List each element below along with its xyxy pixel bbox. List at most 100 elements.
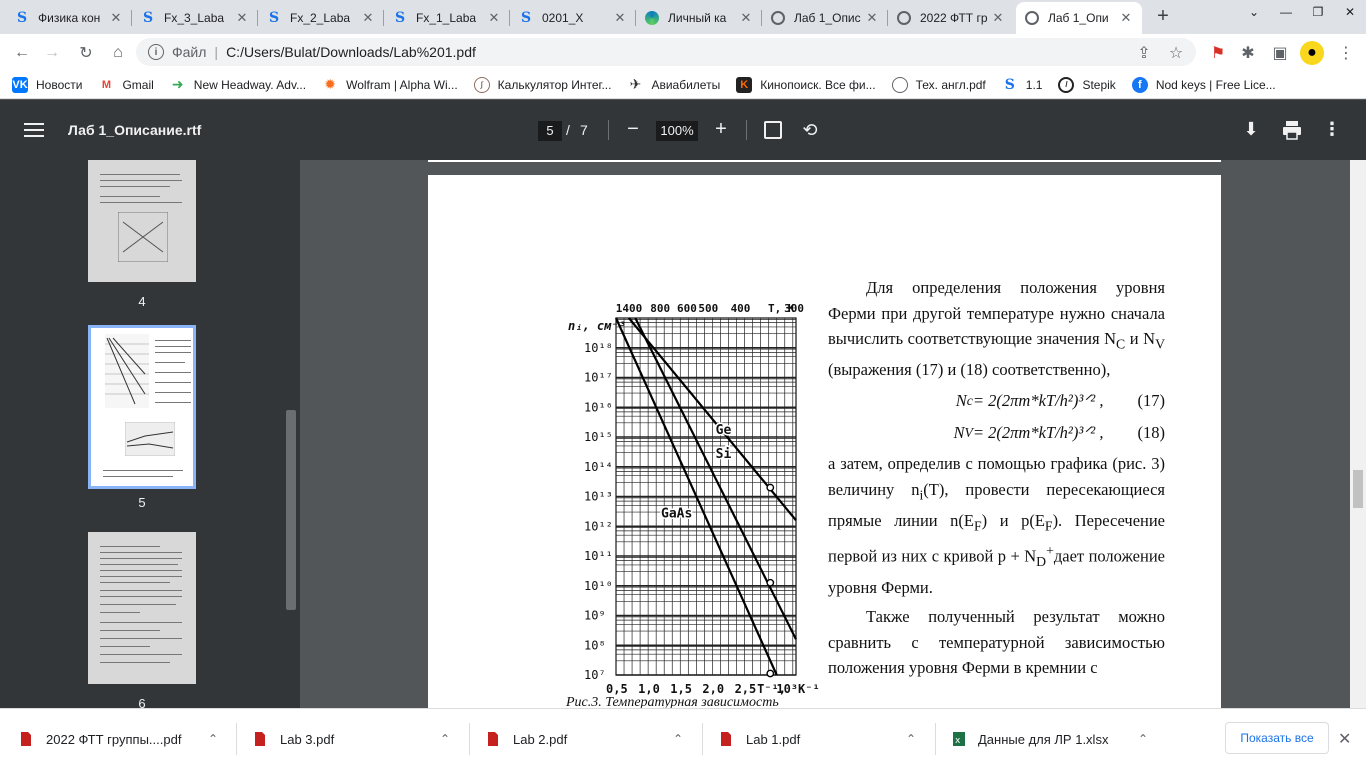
tab[interactable]: Личный ка ✕ (636, 2, 762, 34)
top-tick-label: 500 (698, 302, 718, 315)
bookmark-item[interactable]: ✹ Wolfram | Alpha Wi... (322, 76, 457, 93)
close-window-icon[interactable]: ✕ (1334, 0, 1366, 24)
page-number-input[interactable]: 5 (538, 121, 562, 141)
tab-search-icon[interactable]: ⌄ (1238, 0, 1270, 24)
chrome-menu-icon[interactable]: ⋮ (1334, 41, 1358, 65)
chevron-up-icon[interactable]: ⌃ (440, 732, 450, 746)
download-icon[interactable]: ⬇ (1241, 119, 1261, 141)
zoom-input[interactable]: 100% (656, 121, 698, 141)
y-tick-label: 10¹⁷ (584, 371, 613, 385)
bookmark-item[interactable]: f Nod keys | Free Lice... (1131, 76, 1276, 93)
tab[interactable]: S Fx_2_Laba ✕ (258, 2, 384, 34)
download-item[interactable]: 2022 ФТТ группы....pdf ⌃ (20, 723, 230, 755)
download-item[interactable]: Lab 2.pdf ⌃ (487, 723, 697, 755)
top-axis-label: T, K (768, 302, 795, 315)
chevron-up-icon[interactable]: ⌃ (1138, 732, 1148, 746)
bookmark-item[interactable]: ✈ Авиабилеты (627, 76, 721, 93)
chevron-up-icon[interactable]: ⌃ (906, 732, 916, 746)
new-tab-button[interactable]: + (1152, 6, 1174, 28)
formula-17: Nc = 2(2πm*kT/h²)³ᐟ² , (17) (955, 391, 1165, 411)
series-label: Ge (716, 423, 732, 438)
bookmark-label: Stepik (1082, 77, 1116, 92)
pdf-file-icon (254, 731, 266, 747)
viewer-scrollbar-thumb[interactable] (1353, 470, 1363, 508)
bookmark-label: Авиабилеты (651, 77, 721, 92)
rotate-icon[interactable]: ⟲ (800, 121, 820, 141)
home-icon[interactable]: ⌂ (106, 41, 130, 65)
browser-toolbar: ← → ↻ ⌂ i Файл | C:/Users/Bulat/Download… (0, 34, 1366, 71)
close-icon[interactable]: ✕ (990, 10, 1006, 26)
page-thumbnail[interactable] (88, 532, 196, 684)
print-icon[interactable] (1281, 119, 1303, 141)
show-all-button[interactable]: Показать все (1225, 722, 1329, 754)
tab[interactable]: S 0201_X ✕ (510, 2, 636, 34)
more-options-icon[interactable]: ⋮ (1322, 119, 1342, 141)
bookmark-item[interactable]: S 1.1 (1002, 77, 1043, 93)
bookmark-item[interactable]: / Stepik (1058, 76, 1116, 93)
bookmark-item[interactable]: ∫ Калькулятор Интег... (473, 76, 612, 93)
bookmark-label: Калькулятор Интег... (497, 77, 612, 92)
minimize-icon[interactable]: — (1270, 0, 1302, 24)
address-bar[interactable]: i Файл | C:/Users/Bulat/Downloads/Lab%20… (136, 38, 1196, 66)
side-panel-icon[interactable]: ▣ (1268, 41, 1292, 65)
profile-avatar[interactable]: ● (1300, 41, 1324, 65)
url-scheme: Файл (172, 44, 207, 60)
close-icon[interactable]: ✕ (486, 10, 502, 26)
close-icon[interactable]: ✕ (1338, 729, 1351, 749)
pdf-viewer: 10⁷ 10⁸ 10⁹ 10¹⁰ 10¹¹ 10¹² 10¹³ 10¹⁴ 10¹⁵ 10¹⁶ 10¹… (300, 160, 1350, 708)
close-icon[interactable]: ✕ (864, 10, 880, 26)
forward-icon[interactable]: → (40, 41, 64, 65)
zoom-in-button[interactable]: + (710, 118, 732, 140)
svg-text:x: x (955, 736, 961, 746)
page-thumbnail-active[interactable] (88, 325, 196, 489)
close-icon[interactable]: ✕ (360, 10, 376, 26)
close-icon[interactable]: ✕ (738, 10, 754, 26)
close-icon[interactable]: ✕ (612, 10, 628, 26)
bookmark-item[interactable]: ➜ New Headway. Adv... (170, 76, 306, 93)
tab[interactable]: Лаб 1_Опис ✕ (762, 2, 888, 34)
pdf-file-icon (720, 731, 732, 747)
extensions-icon[interactable]: ✱ (1236, 41, 1260, 65)
pdf-toolbar: Лаб 1_Описание.rtf 5 / 7 − 100% + ⟲ ⬇ ⋮ (0, 100, 1366, 160)
download-item[interactable]: Lab 3.pdf ⌃ (254, 723, 464, 755)
pdf-file-icon (487, 731, 499, 747)
tab[interactable]: S Fx_1_Laba ✕ (384, 2, 510, 34)
bookmark-item[interactable]: VK Новости (12, 76, 82, 93)
bookmark-item[interactable]: Тех. англ.pdf (891, 76, 986, 93)
tab[interactable]: S Fx_3_Laba ✕ (132, 2, 258, 34)
fit-page-icon[interactable] (764, 121, 782, 139)
chevron-up-icon[interactable]: ⌃ (673, 732, 683, 746)
menu-icon[interactable] (24, 120, 44, 140)
bookmark-item[interactable]: M Gmail (98, 77, 154, 93)
chart-grid (615, 317, 797, 676)
tab[interactable]: S Физика кон ✕ (6, 2, 132, 34)
close-icon[interactable]: ✕ (1118, 10, 1134, 26)
bookmark-item[interactable]: K Кинопоиск. Все фи... (736, 76, 876, 93)
bookmarks-bar: VK Новости M Gmail ➜ New Headway. Adv... ✹ W… (0, 71, 1366, 99)
close-icon[interactable]: ✕ (234, 10, 250, 26)
download-item[interactable]: x Данные для ЛР 1.xlsx ⌃ (952, 723, 1162, 755)
tab-active[interactable]: Лаб 1_Опи ✕ (1016, 2, 1142, 34)
tab-title: 0201_X (542, 11, 584, 25)
download-separator (935, 723, 936, 755)
restore-icon[interactable]: ❐ (1302, 0, 1334, 24)
y-tick-label: 10¹⁶ (584, 400, 613, 414)
flag-extension-icon[interactable]: ⚑ (1206, 41, 1230, 65)
bookmark-star-icon[interactable]: ☆ (1164, 41, 1188, 65)
total-pages: 7 (580, 122, 588, 138)
sidebar-scrollbar[interactable] (286, 410, 296, 610)
viewer-scrollbar[interactable] (1350, 160, 1366, 708)
page-thumbnail[interactable] (88, 160, 196, 282)
info-icon[interactable]: i (148, 44, 164, 60)
tab[interactable]: 2022 ФТТ гр ✕ (888, 2, 1014, 34)
chevron-up-icon[interactable]: ⌃ (208, 732, 218, 746)
download-item[interactable]: Lab 1.pdf ⌃ (720, 723, 930, 755)
x-tick-label: 1,0 (638, 682, 660, 696)
reload-icon[interactable]: ↻ (74, 41, 98, 65)
share-icon[interactable]: ⇪ (1132, 41, 1156, 65)
tab-title: Лаб 1_Опис (794, 11, 861, 25)
zoom-out-button[interactable]: − (622, 118, 644, 140)
close-icon[interactable]: ✕ (108, 10, 124, 26)
previous-page-edge (428, 160, 1221, 162)
back-icon[interactable]: ← (10, 41, 34, 65)
